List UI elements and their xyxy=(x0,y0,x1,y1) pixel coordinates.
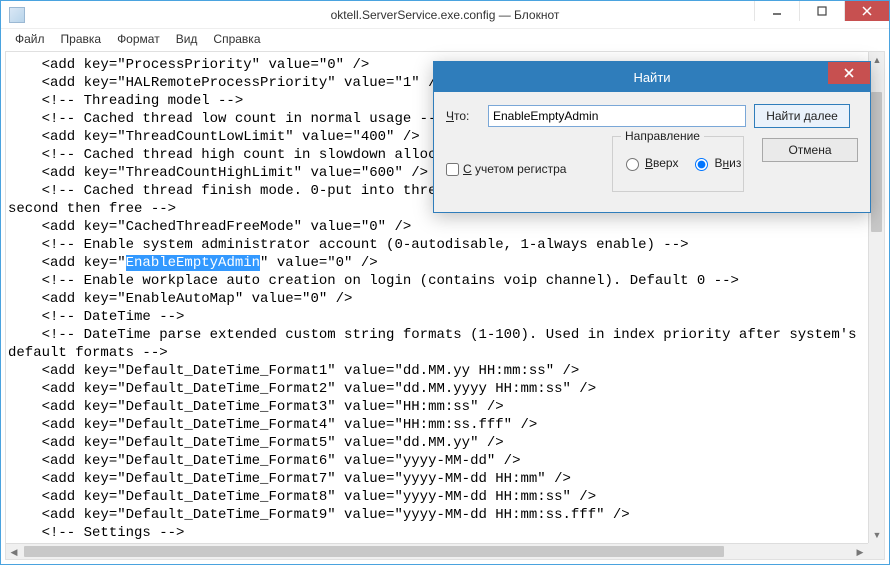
menubar: Файл Правка Формат Вид Справка xyxy=(1,29,889,49)
menu-help[interactable]: Справка xyxy=(205,30,268,48)
direction-legend: Направление xyxy=(621,129,704,143)
menu-edit[interactable]: Правка xyxy=(53,30,110,48)
direction-up-option[interactable]: Вверх xyxy=(621,155,678,171)
scroll-left-icon[interactable]: ◀ xyxy=(6,544,22,560)
scroll-corner xyxy=(868,543,884,559)
window-controls xyxy=(754,1,889,21)
scroll-right-icon[interactable]: ▶ xyxy=(852,544,868,560)
scroll-thumb-vertical[interactable] xyxy=(871,92,882,232)
find-what-input[interactable] xyxy=(488,105,746,127)
find-dialog-body: Что: Найти далее С учетом регистра Напра… xyxy=(434,92,870,212)
direction-up-label: Вверх xyxy=(645,156,678,170)
titlebar: oktell.ServerService.exe.config — Блокно… xyxy=(1,1,889,29)
match-case-row[interactable]: С учетом регистра xyxy=(446,162,566,176)
app-icon xyxy=(9,7,25,23)
find-dialog-title: Найти xyxy=(633,70,670,85)
find-cancel-button[interactable]: Отмена xyxy=(762,138,858,162)
match-case-label: С учетом регистра xyxy=(463,162,566,176)
menu-format[interactable]: Формат xyxy=(109,30,168,48)
close-button[interactable] xyxy=(844,1,889,21)
direction-groupbox: Направление Вверх Вниз xyxy=(612,136,744,192)
direction-down-option[interactable]: Вниз xyxy=(690,155,741,171)
find-close-button[interactable] xyxy=(828,62,870,84)
find-dialog: Найти Что: Найти далее С учетом регистра… xyxy=(433,61,871,213)
close-icon xyxy=(862,6,872,16)
direction-up-radio[interactable] xyxy=(626,158,639,171)
find-next-button[interactable]: Найти далее xyxy=(754,104,850,128)
scroll-thumb-horizontal[interactable] xyxy=(24,546,724,557)
horizontal-scrollbar[interactable]: ◀ ▶ xyxy=(6,543,868,559)
find-dialog-titlebar[interactable]: Найти xyxy=(434,62,870,92)
direction-down-label: Вниз xyxy=(714,156,741,170)
scroll-up-icon[interactable]: ▲ xyxy=(869,52,885,68)
scroll-down-icon[interactable]: ▼ xyxy=(869,527,885,543)
find-what-label: Что: xyxy=(446,109,480,123)
close-icon xyxy=(844,68,854,78)
maximize-button[interactable] xyxy=(799,1,844,21)
menu-view[interactable]: Вид xyxy=(168,30,206,48)
minimize-icon xyxy=(772,6,782,16)
maximize-icon xyxy=(817,6,827,16)
menu-file[interactable]: Файл xyxy=(7,30,53,48)
minimize-button[interactable] xyxy=(754,1,799,21)
match-case-checkbox[interactable] xyxy=(446,163,459,176)
direction-down-radio[interactable] xyxy=(695,158,708,171)
